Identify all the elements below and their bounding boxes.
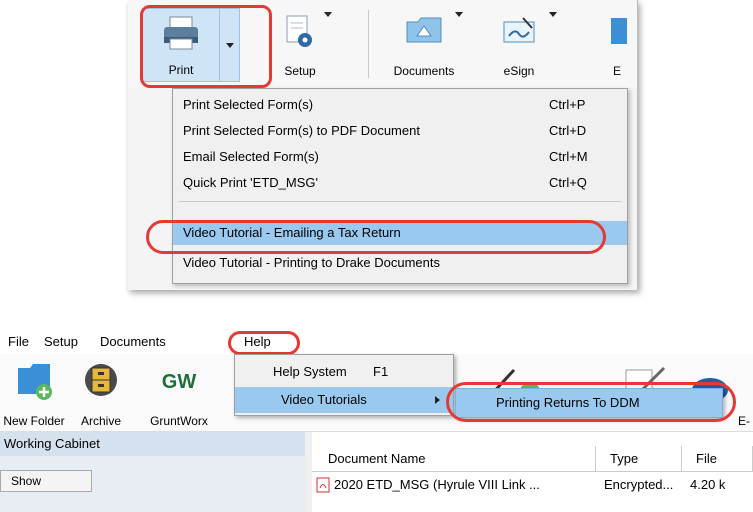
new-folder-label: New Folder: [3, 414, 65, 428]
menu-item-shortcut: Ctrl+P: [549, 97, 586, 112]
menu-setup[interactable]: Setup: [44, 334, 78, 349]
document-grid: Document Name Type File 2020 ETD_MSG (Hy…: [312, 432, 753, 512]
archive-button[interactable]: Archive: [74, 360, 128, 428]
gruntworx-button[interactable]: GW GruntWorx: [144, 360, 214, 428]
menu-item-label: Video Tutorial - Printing to Drake Docum…: [183, 255, 440, 270]
menu-item-label: Email Selected Form(s): [183, 149, 319, 164]
toolbar-separator: [368, 10, 369, 78]
menu-item-label: Print Selected Form(s) to PDF Document: [183, 123, 420, 138]
show-button[interactable]: Show: [0, 470, 92, 492]
annotation-highlight-print: [140, 5, 272, 88]
annotation-highlight-printing-returns: [446, 382, 736, 422]
annotation-highlight-help: [228, 331, 300, 355]
working-cabinet-pane: Working Cabinet Show: [0, 432, 305, 512]
menu-item-label: Help System: [273, 364, 347, 379]
setup-document-gear-icon: [286, 15, 312, 47]
partial-toolbar-button[interactable]: E: [602, 8, 632, 82]
menu-item-label: Video Tutorials: [281, 392, 367, 407]
chevron-right-icon: [435, 396, 440, 404]
esign-button[interactable]: eSign: [484, 8, 554, 82]
menu-file[interactable]: File: [8, 334, 29, 349]
partial-toolbar-label: E-: [738, 414, 750, 428]
menu-item-shortcut: Ctrl+D: [549, 123, 587, 138]
print-dropdown-menu: Print Selected Form(s) Ctrl+P Print Sele…: [172, 88, 628, 284]
archive-cabinet-icon: [85, 364, 117, 396]
menu-item-email-selected[interactable]: Email Selected Form(s) Ctrl+M: [173, 145, 627, 169]
esign-label: eSign: [503, 64, 535, 78]
menu-item-quick-print[interactable]: Quick Print 'ETD_MSG' Ctrl+Q: [173, 171, 627, 195]
menu-item-video-tutorials[interactable]: Video Tutorials: [235, 387, 453, 413]
menu-documents[interactable]: Documents: [100, 334, 166, 349]
gruntworx-logo-icon: GW: [161, 371, 197, 393]
column-header-file[interactable]: File: [682, 446, 753, 472]
documents-folder-icon: [406, 17, 442, 43]
new-folder-icon: [18, 364, 52, 400]
annotation-highlight-video-emailing: [146, 220, 606, 254]
working-cabinet-title: Working Cabinet: [0, 432, 305, 456]
setup-dropdown-icon[interactable]: [324, 12, 332, 17]
menu-item-help-system[interactable]: Help System F1: [235, 359, 453, 385]
document-type-cell: Encrypted...: [604, 477, 674, 492]
menu-bar: File Setup Documents Help: [0, 330, 753, 354]
documents-button[interactable]: Documents: [386, 8, 462, 82]
help-dropdown-menu: Help System F1 Video Tutorials: [234, 354, 454, 416]
menu-item-print-to-pdf[interactable]: Print Selected Form(s) to PDF Document C…: [173, 119, 627, 143]
menu-item-label: Quick Print 'ETD_MSG': [183, 175, 318, 190]
documents-dropdown-icon[interactable]: [455, 12, 463, 17]
archive-label: Archive: [80, 414, 121, 428]
document-size-cell: 4.20 k: [690, 477, 726, 492]
help-menu-screenshot: File Setup Documents Help New Folder Arc…: [0, 330, 753, 512]
esign-pen-icon: [503, 17, 535, 43]
setup-label: Setup: [284, 64, 316, 78]
table-row[interactable]: 2020 ETD_MSG (Hyrule VIII Link ... Encry…: [312, 474, 753, 496]
documents-label: Documents: [393, 64, 455, 78]
menu-item-print-selected[interactable]: Print Selected Form(s) Ctrl+P: [173, 93, 627, 117]
gruntworx-label: GruntWorx: [150, 414, 208, 428]
menu-item-shortcut: Ctrl+Q: [549, 175, 587, 190]
menu-item-label: Print Selected Form(s): [183, 97, 314, 112]
document-name-cell: 2020 ETD_MSG (Hyrule VIII Link ...: [334, 477, 540, 492]
menu-item-shortcut: F1: [373, 364, 389, 379]
menu-item-video-printing[interactable]: Video Tutorial - Printing to Drake Docum…: [173, 251, 627, 275]
setup-button[interactable]: Setup: [270, 8, 330, 82]
column-header-document-name[interactable]: Document Name: [312, 446, 596, 472]
menu-item-shortcut: Ctrl+M: [549, 149, 588, 164]
new-folder-button[interactable]: New Folder: [2, 360, 66, 428]
menu-separator: [179, 201, 621, 202]
partial-blue-icon: [611, 18, 627, 44]
esign-dropdown-icon[interactable]: [549, 12, 557, 17]
pdf-file-icon: [316, 477, 330, 493]
partial-label: E: [612, 64, 621, 78]
column-header-type[interactable]: Type: [596, 446, 682, 472]
